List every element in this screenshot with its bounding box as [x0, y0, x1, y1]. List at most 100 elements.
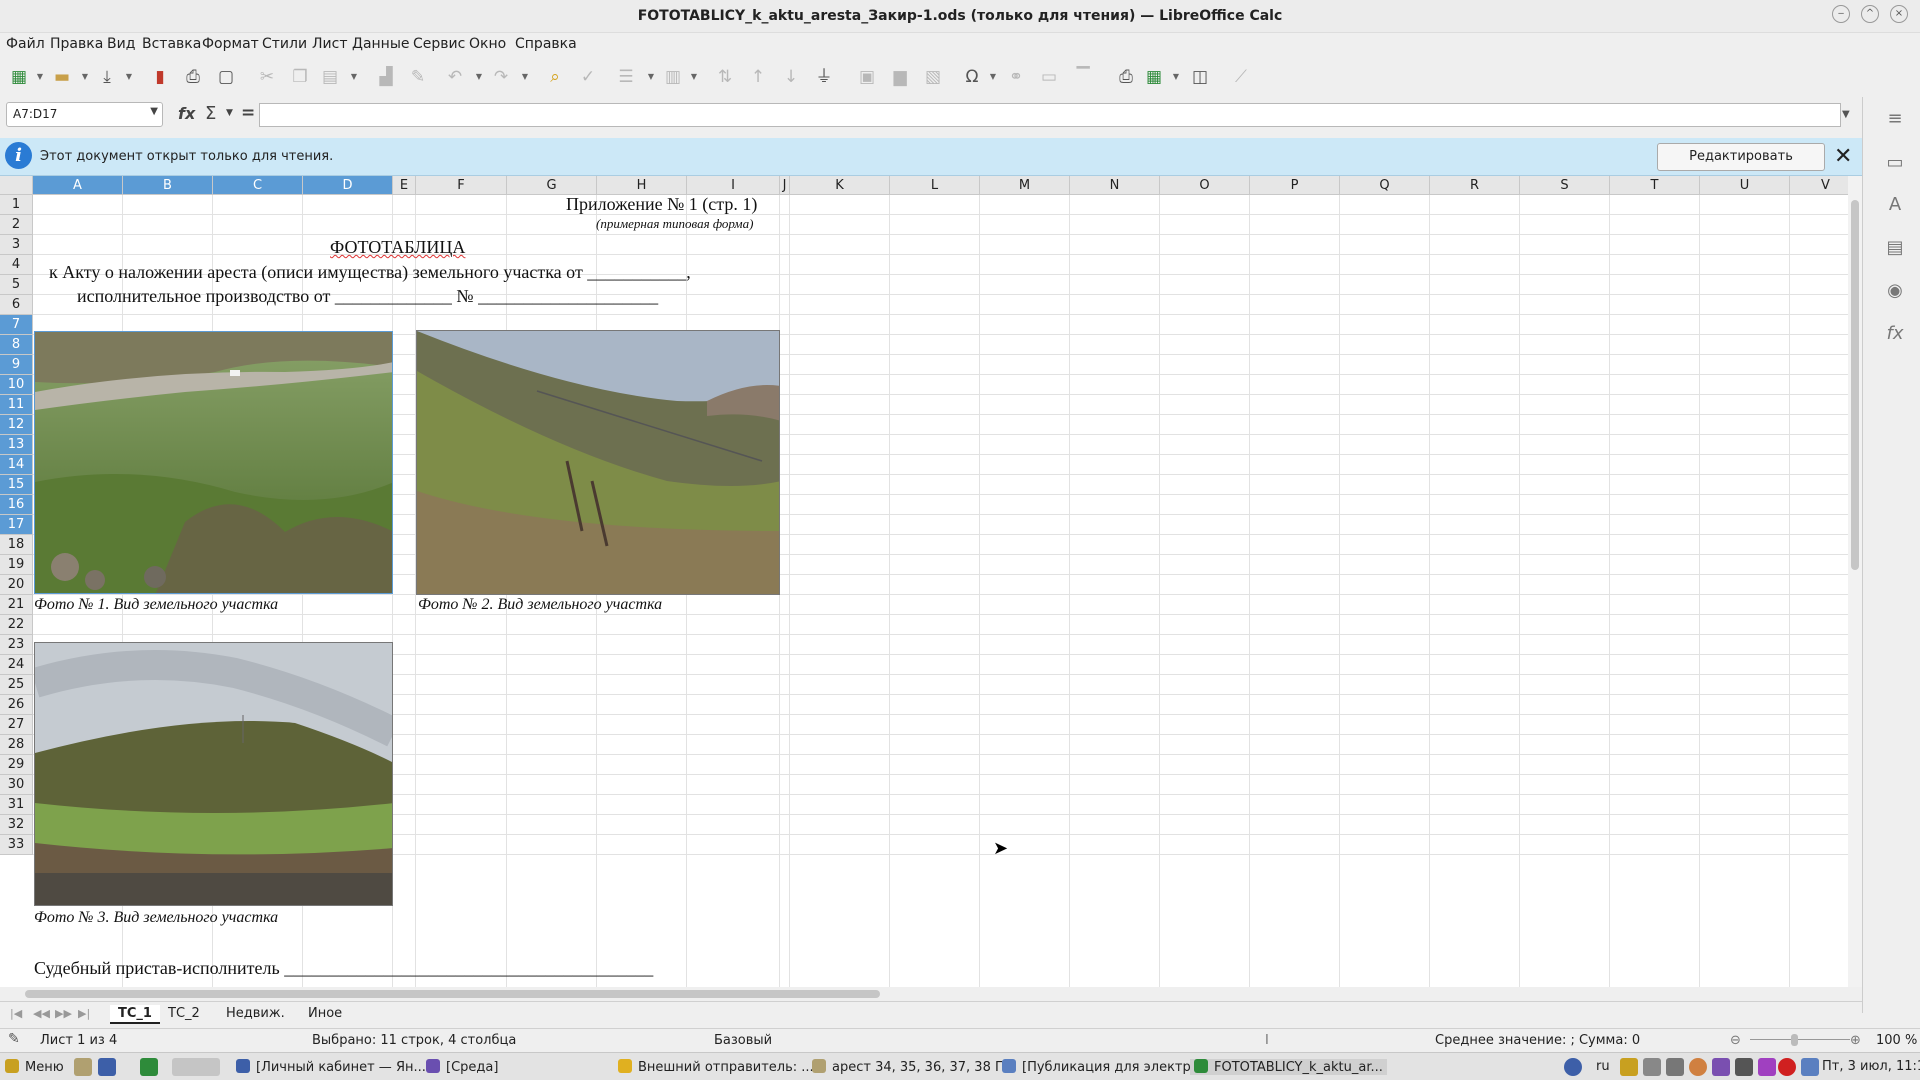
column-header[interactable]: R [1430, 176, 1520, 195]
column-header[interactable]: O [1160, 176, 1250, 195]
task-sreda[interactable]: [Среда] [426, 1059, 498, 1075]
task-mail[interactable]: Внешний отправитель: ... [618, 1059, 814, 1075]
freeze-rows-icon[interactable]: ▦ [1142, 65, 1166, 89]
zoom-slider-thumb[interactable] [1791, 1034, 1798, 1046]
prev-sheet-icon[interactable]: ◀◀ [33, 1007, 50, 1020]
row-header[interactable]: 30 [0, 775, 33, 795]
row-header[interactable]: 3 [0, 235, 33, 255]
row-header[interactable]: 1 [0, 195, 33, 215]
row-header[interactable]: 29 [0, 755, 33, 775]
workspace-icon[interactable] [1801, 1058, 1819, 1076]
hamburger-menu-icon[interactable]: ≡ [1883, 107, 1907, 131]
sheet-tab-tc1[interactable]: ТС_1 [110, 1005, 160, 1024]
chevron-down-icon[interactable]: ▼ [150, 106, 158, 117]
open-folder-icon[interactable]: ▬ [50, 65, 74, 89]
row-header[interactable]: 21 [0, 595, 33, 615]
functions-icon[interactable]: fx [1883, 322, 1907, 346]
column-header[interactable]: C [213, 176, 303, 195]
row-header[interactable]: 16 [0, 495, 33, 515]
menu-tools[interactable]: Сервис [413, 36, 465, 52]
column-header[interactable]: Q [1340, 176, 1430, 195]
vertical-scrollbar[interactable] [1848, 176, 1862, 987]
menu-view[interactable]: Вид [107, 36, 135, 52]
column-header[interactable]: A [33, 176, 123, 195]
tray-icon[interactable] [1778, 1058, 1796, 1076]
menu-data[interactable]: Данные [352, 36, 410, 52]
chevron-down-icon[interactable]: ▼ [988, 65, 998, 89]
network-icon[interactable] [1735, 1058, 1753, 1076]
chevron-down-icon[interactable]: ▼ [646, 65, 656, 89]
menu-file[interactable]: Файл [6, 36, 45, 52]
tray-icon[interactable] [1758, 1058, 1776, 1076]
row-header[interactable]: 26 [0, 695, 33, 715]
row-header[interactable]: 8 [0, 335, 33, 355]
browser-icon[interactable] [98, 1058, 116, 1076]
column-header[interactable]: U [1700, 176, 1790, 195]
split-window-icon[interactable]: ◫ [1188, 65, 1212, 89]
menu-insert[interactable]: Вставка [142, 36, 201, 52]
row-header[interactable]: 2 [0, 215, 33, 235]
zoom-level[interactable]: 100 % [1876, 1033, 1917, 1048]
row-header[interactable]: 33 [0, 835, 33, 855]
menu-help[interactable]: Справка [515, 36, 577, 52]
row-header[interactable]: 22 [0, 615, 33, 635]
expand-formula-icon[interactable]: ▼ [1842, 109, 1850, 120]
row-header[interactable]: 7 [0, 315, 33, 335]
maximize-icon[interactable]: ^ [1861, 5, 1879, 23]
horizontal-scrollbar[interactable] [0, 987, 1862, 1001]
row-header[interactable]: 12 [0, 415, 33, 435]
select-all-corner[interactable] [0, 176, 33, 195]
row-header[interactable]: 23 [0, 635, 33, 655]
clipboard-icon[interactable] [1666, 1058, 1684, 1076]
menu-window[interactable]: Окно [469, 36, 506, 52]
photo-2[interactable] [416, 330, 780, 595]
comment-icon[interactable]: ▭ [1037, 65, 1061, 89]
zoom-out-icon[interactable]: ⊖ [1730, 1033, 1741, 1048]
tray-icon[interactable] [1620, 1058, 1638, 1076]
new-spreadsheet-icon[interactable]: ▦ [7, 65, 31, 89]
scroll-thumb[interactable] [1851, 200, 1859, 570]
column-header[interactable]: M [980, 176, 1070, 195]
next-sheet-icon[interactable]: ▶▶ [55, 1007, 72, 1020]
copy-icon[interactable]: ❐ [288, 65, 312, 89]
column-header[interactable]: K [790, 176, 890, 195]
task-folder[interactable]: арест 34, 35, 36, 37, 38 Г... [812, 1059, 1015, 1075]
row-header[interactable]: 27 [0, 715, 33, 735]
sort-descending-icon[interactable]: ↓ [779, 65, 803, 89]
row-header[interactable]: 4 [0, 255, 33, 275]
menu-sheet[interactable]: Лист [312, 36, 347, 52]
row-header[interactable]: 11 [0, 395, 33, 415]
sheet-tab-realty[interactable]: Недвиж. [218, 1005, 293, 1022]
row-header[interactable]: 31 [0, 795, 33, 815]
menu-styles[interactable]: Стили [262, 36, 307, 52]
column-header[interactable]: S [1520, 176, 1610, 195]
print-preview-icon[interactable]: ▢ [214, 65, 238, 89]
function-wizard-icon[interactable]: fx [178, 104, 195, 123]
edit-document-button[interactable]: Редактировать документ [1657, 143, 1825, 190]
menu-format[interactable]: Формат [202, 36, 259, 52]
column-header[interactable]: P [1250, 176, 1340, 195]
chevron-down-icon[interactable]: ▼ [520, 65, 530, 89]
chevron-down-icon[interactable]: ▼ [474, 65, 484, 89]
print-icon[interactable]: ⎙ [181, 65, 205, 89]
row-header[interactable]: 5 [0, 275, 33, 295]
row-header[interactable]: 6 [0, 295, 33, 315]
clone-formatting-icon[interactable]: ▟ [374, 65, 398, 89]
undo-icon[interactable]: ↶ [443, 65, 467, 89]
column-header[interactable]: F [416, 176, 507, 195]
chart-icon[interactable]: ▆ [888, 65, 912, 89]
row-header[interactable]: 24 [0, 655, 33, 675]
image-icon[interactable]: ▣ [855, 65, 879, 89]
row-header[interactable]: 15 [0, 475, 33, 495]
sort-ascending-icon[interactable]: ↑ [746, 65, 770, 89]
row-header[interactable]: 9 [0, 355, 33, 375]
last-sheet-icon[interactable]: ▶| [78, 1007, 90, 1020]
properties-icon[interactable]: ▭ [1883, 151, 1907, 175]
column-header[interactable]: N [1070, 176, 1160, 195]
row-header[interactable]: 18 [0, 535, 33, 555]
define-print-area-icon[interactable]: ⎙ [1114, 65, 1138, 89]
chevron-down-icon[interactable]: ▼ [124, 65, 134, 89]
export-pdf-icon[interactable]: ▮ [148, 65, 172, 89]
sum-icon[interactable]: Σ [205, 103, 216, 124]
column-header[interactable]: L [890, 176, 980, 195]
